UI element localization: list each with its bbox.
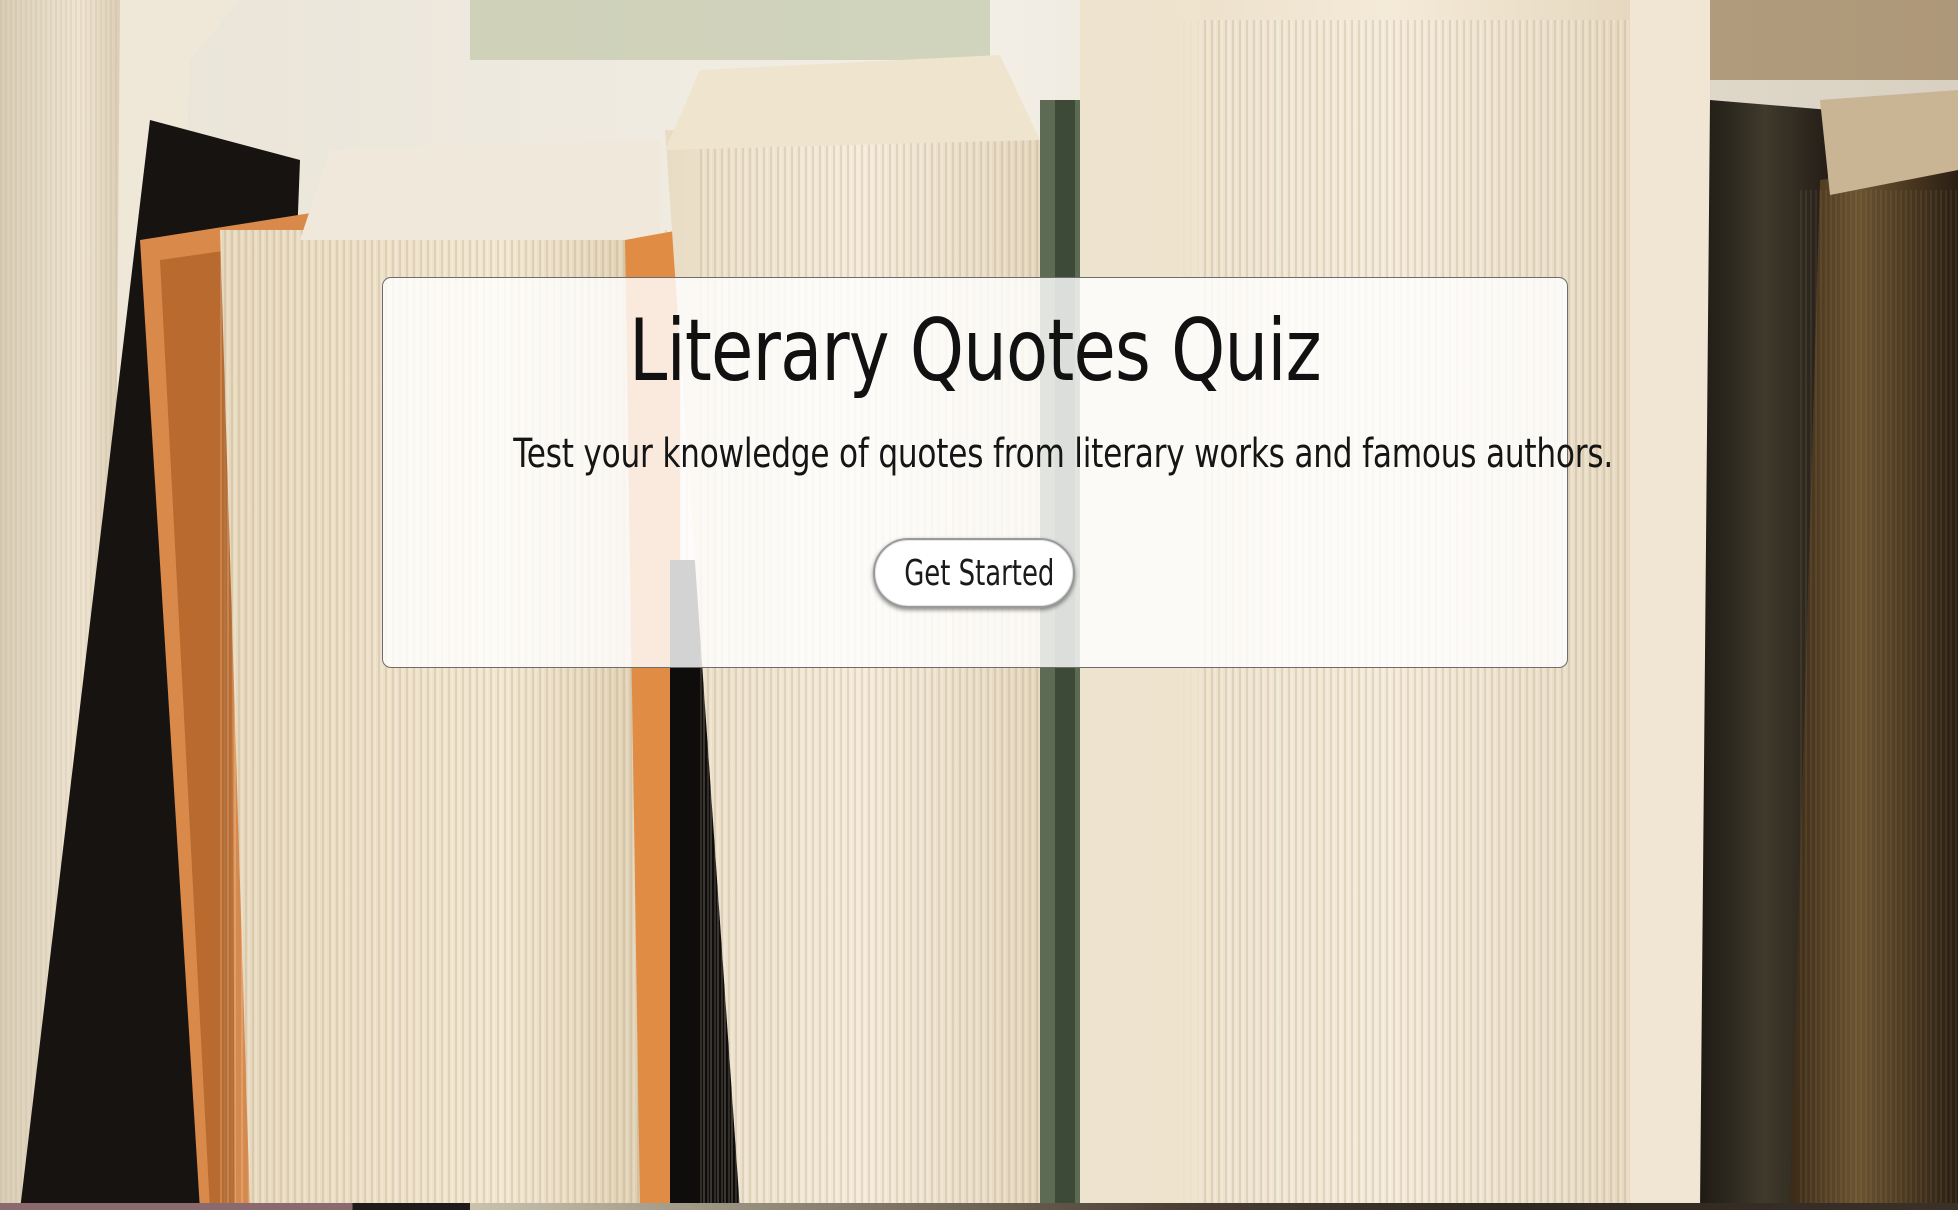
page-title: Literary Quotes Quiz: [629, 301, 1322, 401]
get-started-button[interactable]: Get Started: [873, 538, 1075, 608]
next-section-edge: [0, 1203, 1958, 1210]
get-started-button-label: Get Started: [904, 552, 1055, 594]
hero-card: Literary Quotes Quiz Test your knowledge…: [382, 277, 1614, 668]
page-subtitle: Test your knowledge of quotes from liter…: [513, 431, 1614, 477]
